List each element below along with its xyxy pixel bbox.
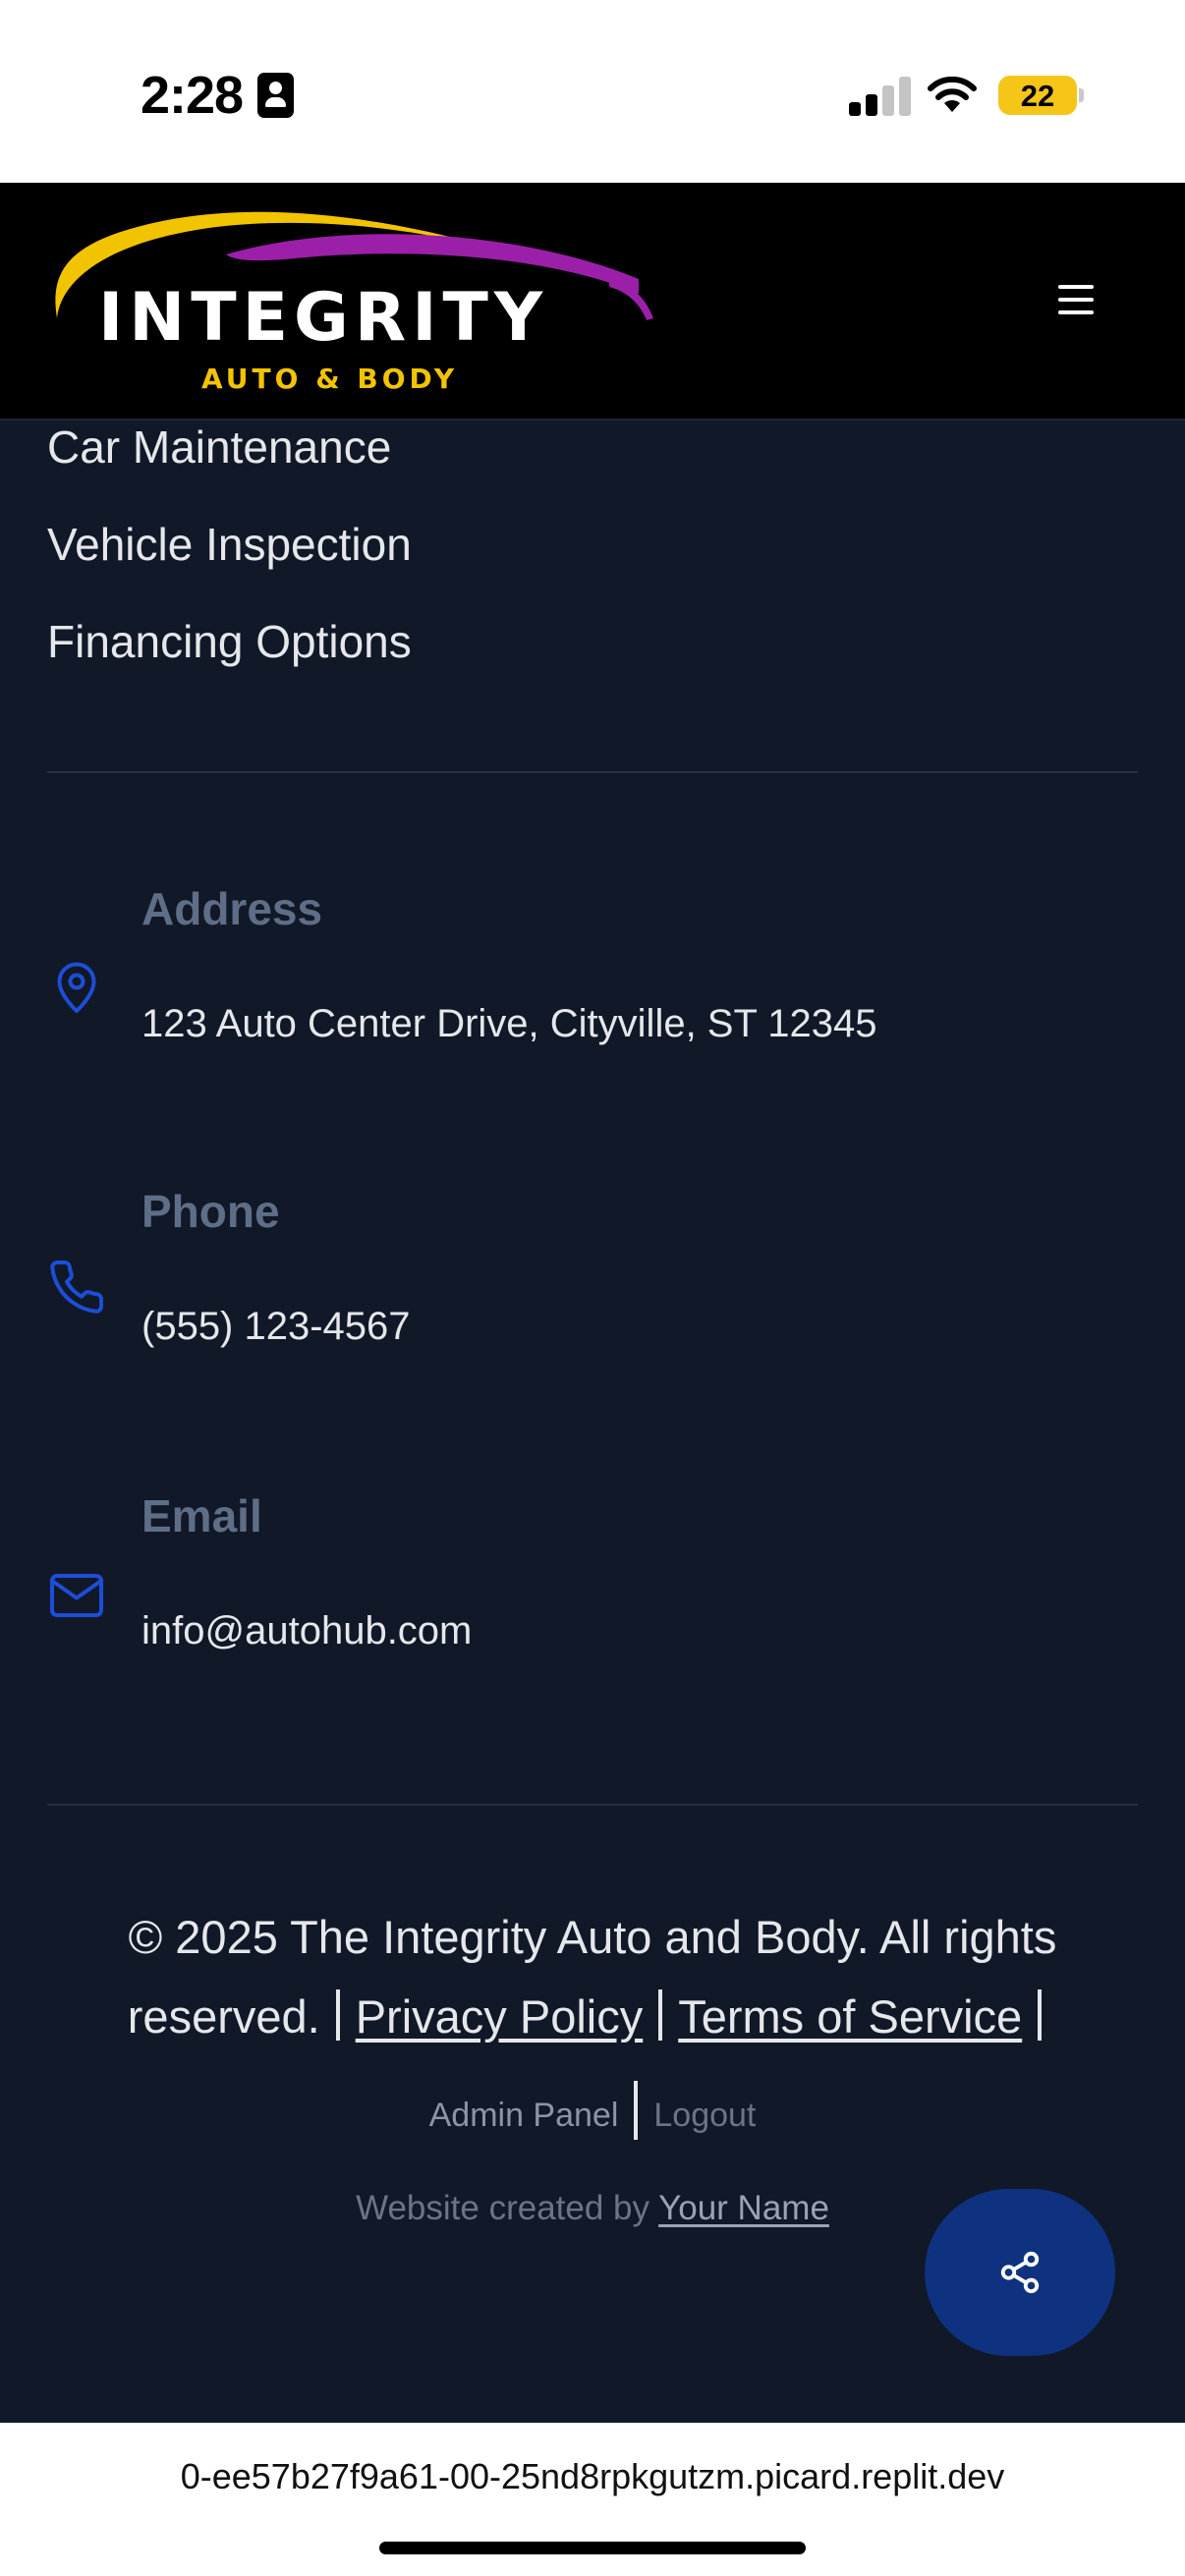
logout-link[interactable]: Logout (653, 2097, 756, 2134)
phone-value[interactable]: (555) 123-4567 (141, 1305, 411, 1349)
wifi-icon (928, 76, 977, 112)
contact-card-icon (257, 73, 294, 118)
section-divider (47, 771, 1138, 773)
mail-icon (50, 1574, 103, 1617)
separator (634, 2081, 639, 2140)
footer-content: Car Maintenance Vehicle Inspection Finan… (0, 420, 1185, 2423)
map-pin-icon (57, 962, 96, 1013)
email-value[interactable]: info@autohub.com (141, 1609, 472, 1653)
hamburger-menu-icon[interactable] (1058, 285, 1098, 318)
copyright-line-1: © 2025 The Integrity Auto and Body. All … (128, 1911, 1057, 1963)
logo-subtitle: AUTO & BODY (201, 363, 458, 395)
battery-icon: 22 (998, 76, 1077, 115)
phone-label: Phone (141, 1186, 280, 1237)
address-label: Address (141, 883, 323, 934)
footer-link-financing-options[interactable]: Financing Options (47, 615, 412, 668)
terms-of-service-link[interactable]: Terms of Service (678, 1990, 1022, 2043)
phone-icon (50, 1260, 104, 1314)
integrity-logo[interactable]: INTEGRITY AUTO & BODY (49, 200, 663, 397)
footer-link-car-maintenance[interactable]: Car Maintenance (47, 420, 391, 474)
separator (1038, 1989, 1043, 2041)
separator (335, 1989, 340, 2041)
share-icon (1000, 2251, 1040, 2294)
battery-cap (1079, 88, 1084, 102)
browser-url-bar[interactable]: 0-ee57b27f9a61-00-25nd8rpkgutzm.picard.r… (0, 2423, 1185, 2576)
status-time: 2:28 (141, 66, 244, 125)
separator (658, 1989, 663, 2041)
privacy-policy-link[interactable]: Privacy Policy (356, 1990, 644, 2043)
admin-row: Admin Panel Logout (0, 2081, 1185, 2140)
email-label: Email (141, 1490, 262, 1541)
url-text[interactable]: 0-ee57b27f9a61-00-25nd8rpkgutzm.picard.r… (0, 2456, 1185, 2497)
credit-prefix: Website created by (356, 2189, 650, 2227)
home-indicator[interactable] (379, 2542, 806, 2554)
status-bar: 2:28 22 (0, 0, 1185, 183)
credit-name-link[interactable]: Your Name (658, 2189, 829, 2227)
battery-level: 22 (1020, 79, 1055, 113)
section-divider (47, 1804, 1138, 1806)
cellular-signal-icon (849, 77, 911, 116)
logo-title: INTEGRITY (98, 279, 549, 357)
admin-panel-link[interactable]: Admin Panel (429, 2097, 619, 2134)
site-header: INTEGRITY AUTO & BODY (0, 183, 1185, 420)
address-value: 123 Auto Center Drive, Cityville, ST 123… (141, 1002, 877, 1045)
share-button[interactable] (925, 2189, 1115, 2356)
footer-link-vehicle-inspection[interactable]: Vehicle Inspection (47, 518, 412, 571)
copyright-line-2: reserved. Privacy Policy Terms of Service (0, 1978, 1185, 2056)
copyright-reserved: reserved. (127, 1990, 320, 2043)
